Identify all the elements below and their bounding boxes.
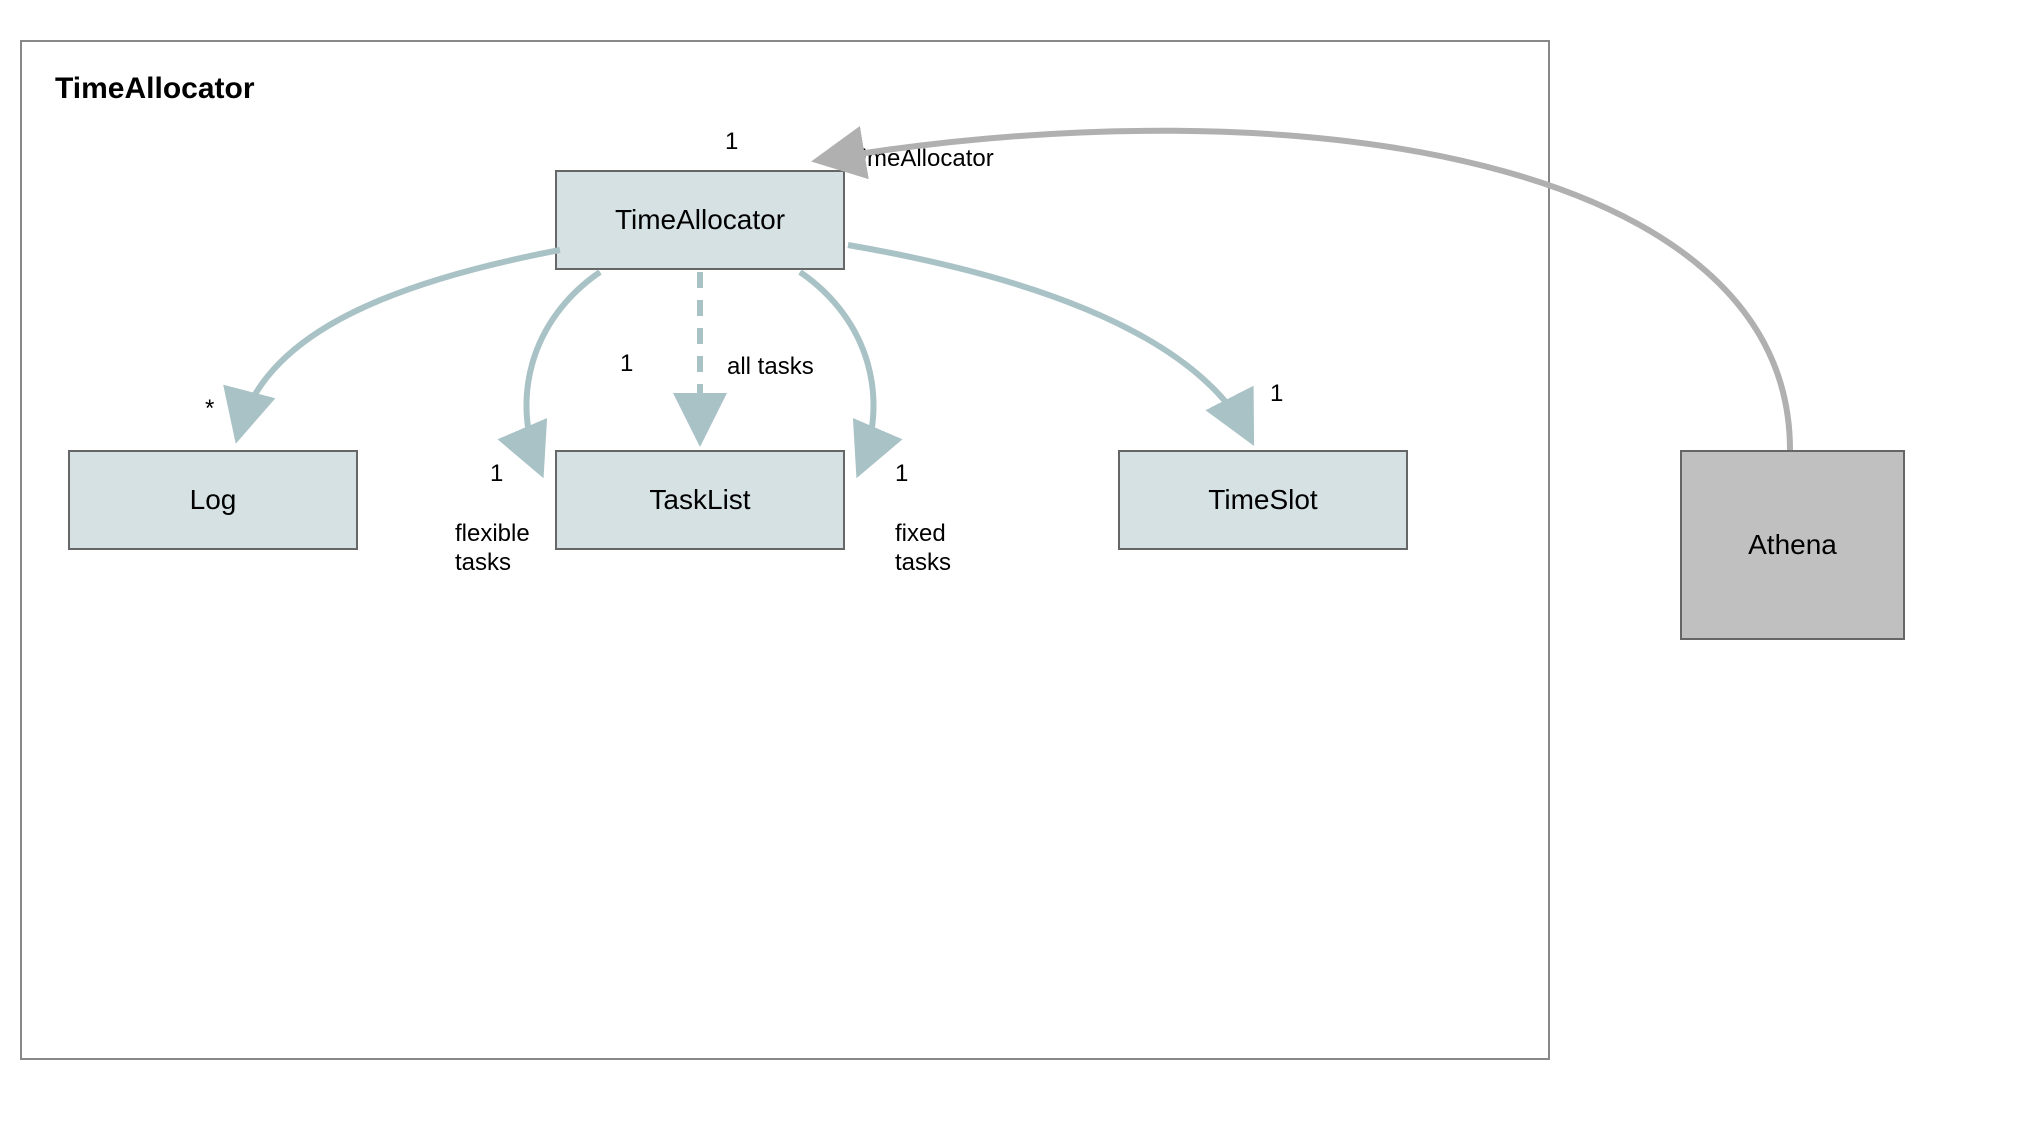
label-alltasks-role: all tasks xyxy=(727,353,814,382)
label-fixed-mult: 1 xyxy=(895,460,908,489)
label-athena-role: timeAllocator xyxy=(855,145,994,174)
class-timeallocator: TimeAllocator xyxy=(555,170,845,270)
label-fixed-role: fixed tasks xyxy=(895,520,951,578)
class-timeslot: TimeSlot xyxy=(1118,450,1408,550)
label-athena-mult: 1 xyxy=(725,128,738,157)
class-athena: Athena xyxy=(1680,450,1905,640)
class-log-label: Log xyxy=(190,484,237,516)
label-flexible-mult: 1 xyxy=(490,460,503,489)
class-timeslot-label: TimeSlot xyxy=(1208,484,1317,516)
class-log: Log xyxy=(68,450,358,550)
class-tasklist-label: TaskList xyxy=(649,484,750,516)
class-athena-label: Athena xyxy=(1748,529,1837,561)
package-title: TimeAllocator xyxy=(55,72,255,106)
label-alltasks-mult: 1 xyxy=(620,350,633,379)
class-tasklist: TaskList xyxy=(555,450,845,550)
class-timeallocator-label: TimeAllocator xyxy=(615,204,785,236)
label-log-mult: * xyxy=(205,395,214,424)
label-flexible-role: flexible tasks xyxy=(455,520,530,578)
label-timeslot-mult: 1 xyxy=(1270,380,1283,409)
